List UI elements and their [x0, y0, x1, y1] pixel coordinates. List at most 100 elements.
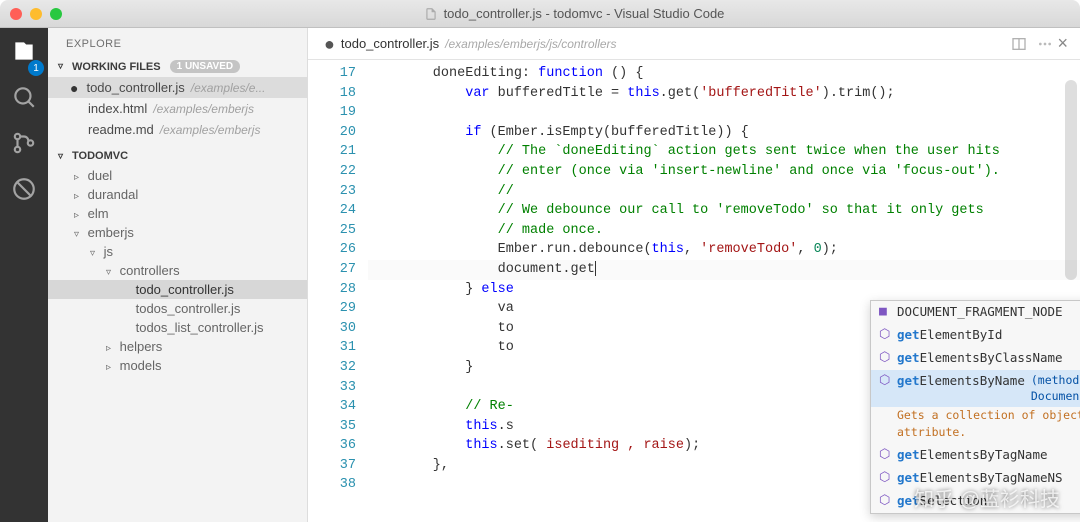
chevron-icon: ▹	[106, 362, 116, 373]
tree-item[interactable]: ▿ js	[48, 242, 307, 261]
file-icon	[424, 7, 438, 21]
line-number[interactable]: 31	[308, 338, 356, 358]
close-icon[interactable]: ×	[1053, 33, 1072, 54]
line-number[interactable]: 23	[308, 182, 356, 202]
line-number[interactable]: 21	[308, 142, 356, 162]
line-number[interactable]: 33	[308, 378, 356, 398]
tree-item[interactable]: ▹ elm	[48, 204, 307, 223]
tree-item[interactable]: todos_controller.js	[48, 299, 307, 318]
line-number[interactable]: 26	[308, 240, 356, 260]
code-line[interactable]: // enter (once via 'insert-newline' and …	[368, 162, 1080, 182]
chevron-icon: ▹	[106, 343, 116, 354]
window-title: todo_controller.js - todomvc - Visual St…	[444, 6, 725, 21]
code-line[interactable]: document.get	[368, 260, 1080, 280]
suggest-item[interactable]: ⬡getElementById	[871, 324, 1080, 347]
chevron-icon: ▿	[106, 267, 116, 278]
line-number[interactable]: 17	[308, 64, 356, 84]
search-icon[interactable]	[11, 84, 37, 110]
explorer-badge: 1	[28, 60, 44, 76]
file-name: index.html	[88, 101, 147, 116]
line-number[interactable]: 29	[308, 299, 356, 319]
line-number[interactable]: 27	[308, 260, 356, 280]
minimize-window-icon[interactable]	[30, 8, 42, 20]
working-files-label: WORKING FILES	[72, 61, 161, 73]
code-line[interactable]: //	[368, 182, 1080, 202]
tree-item[interactable]: todo_controller.js	[48, 280, 307, 299]
working-file-item[interactable]: readme.md /examples/emberjs	[48, 119, 307, 140]
split-editor-icon[interactable]	[1011, 36, 1027, 52]
suggest-kind-icon: ■	[879, 303, 891, 322]
suggest-item[interactable]: ⬡getSelection	[871, 490, 1080, 513]
file-path: /examples/e...	[191, 81, 266, 95]
code-line[interactable]: doneEditing: function () {	[368, 64, 1080, 84]
file-name: todo_controller.js	[86, 80, 184, 95]
suggest-kind-icon: ⬡	[879, 492, 891, 511]
line-number[interactable]: 35	[308, 417, 356, 437]
more-icon[interactable]	[1037, 36, 1053, 52]
line-number[interactable]: 37	[308, 456, 356, 476]
debug-icon[interactable]	[11, 176, 37, 202]
file-path: /examples/emberjs	[153, 102, 254, 116]
line-number[interactable]: 20	[308, 123, 356, 143]
code-line[interactable]: if (Ember.isEmpty(bufferedTitle)) {	[368, 123, 1080, 143]
file-name: readme.md	[88, 122, 154, 137]
working-file-item[interactable]: index.html /examples/emberjs	[48, 98, 307, 119]
editor-tabbar: ● todo_controller.js /examples/emberjs/j…	[308, 28, 1080, 60]
code-editor[interactable]: 1718192021222324252627282930313233343536…	[308, 60, 1080, 522]
suggest-item[interactable]: ⬡getElementsByName (method) Document.get…	[871, 370, 1080, 407]
git-icon[interactable]	[11, 130, 37, 156]
line-number[interactable]: 22	[308, 162, 356, 182]
working-files-header[interactable]: ▿ WORKING FILES 1 UNSAVED	[48, 56, 307, 77]
line-gutter: 1718192021222324252627282930313233343536…	[308, 60, 368, 522]
editor-scrollbar[interactable]	[1065, 80, 1077, 280]
explorer-sidebar: EXPLORE ▿ WORKING FILES 1 UNSAVED ●todo_…	[48, 28, 308, 522]
tab-breadcrumb: /examples/emberjs/js/controllers	[445, 37, 616, 51]
line-number[interactable]: 25	[308, 221, 356, 241]
tree-item[interactable]: ▹ models	[48, 356, 307, 375]
suggest-item[interactable]: ■DOCUMENT_FRAGMENT_NODE	[871, 301, 1080, 324]
chevron-icon: ▿	[90, 248, 100, 259]
suggest-item[interactable]: ⬡getElementsByTagName	[871, 444, 1080, 467]
tree-item[interactable]: ▿ emberjs	[48, 223, 307, 242]
suggest-item[interactable]: ⬡getElementsByClassName	[871, 347, 1080, 370]
close-window-icon[interactable]	[10, 8, 22, 20]
code-line[interactable]: } else	[368, 280, 1080, 300]
suggest-kind-icon: ⬡	[879, 349, 891, 368]
tree-item[interactable]: ▹ durandal	[48, 185, 307, 204]
code-line[interactable]: // made once.	[368, 221, 1080, 241]
suggest-item[interactable]: ⬡getElementsByTagNameNS	[871, 467, 1080, 490]
chevron-icon: ▹	[74, 172, 84, 183]
tree-item[interactable]: ▹ helpers	[48, 337, 307, 356]
editor-tab[interactable]: ● todo_controller.js /examples/emberjs/j…	[316, 36, 625, 51]
code-line[interactable]: // We debounce our call to 'removeTodo' …	[368, 201, 1080, 221]
intellisense-popup[interactable]: ■DOCUMENT_FRAGMENT_NODE⬡getElementById⬡g…	[870, 300, 1080, 514]
chevron-icon: ▹	[74, 191, 84, 202]
suggest-kind-icon: ⬡	[879, 326, 891, 345]
line-number[interactable]: 18	[308, 84, 356, 104]
code-line[interactable]	[368, 103, 1080, 123]
line-number[interactable]: 30	[308, 319, 356, 339]
tree-item[interactable]: ▹ duel	[48, 166, 307, 185]
line-number[interactable]: 24	[308, 201, 356, 221]
maximize-window-icon[interactable]	[50, 8, 62, 20]
window-controls	[10, 8, 62, 20]
line-number[interactable]: 34	[308, 397, 356, 417]
window-titlebar: todo_controller.js - todomvc - Visual St…	[0, 0, 1080, 28]
chevron-icon: ▹	[74, 210, 84, 221]
line-number[interactable]: 32	[308, 358, 356, 378]
chevron-icon: ▿	[74, 229, 84, 240]
working-file-item[interactable]: ●todo_controller.js /examples/e...	[48, 77, 307, 98]
line-number[interactable]: 36	[308, 436, 356, 456]
line-number[interactable]: 38	[308, 475, 356, 495]
line-number[interactable]: 28	[308, 280, 356, 300]
file-path: /examples/emberjs	[160, 123, 261, 137]
tree-item[interactable]: todos_list_controller.js	[48, 318, 307, 337]
line-number[interactable]: 19	[308, 103, 356, 123]
code-line[interactable]: Ember.run.debounce(this, 'removeTodo', 0…	[368, 240, 1080, 260]
project-header[interactable]: ▿ TODOMVC	[48, 146, 307, 166]
tree-item[interactable]: ▿ controllers	[48, 261, 307, 280]
code-line[interactable]: var bufferedTitle = this.get('bufferedTi…	[368, 84, 1080, 104]
project-label: TODOMVC	[72, 150, 128, 162]
sidebar-title: EXPLORE	[48, 28, 307, 56]
code-line[interactable]: // The `doneEditing` action gets sent tw…	[368, 142, 1080, 162]
